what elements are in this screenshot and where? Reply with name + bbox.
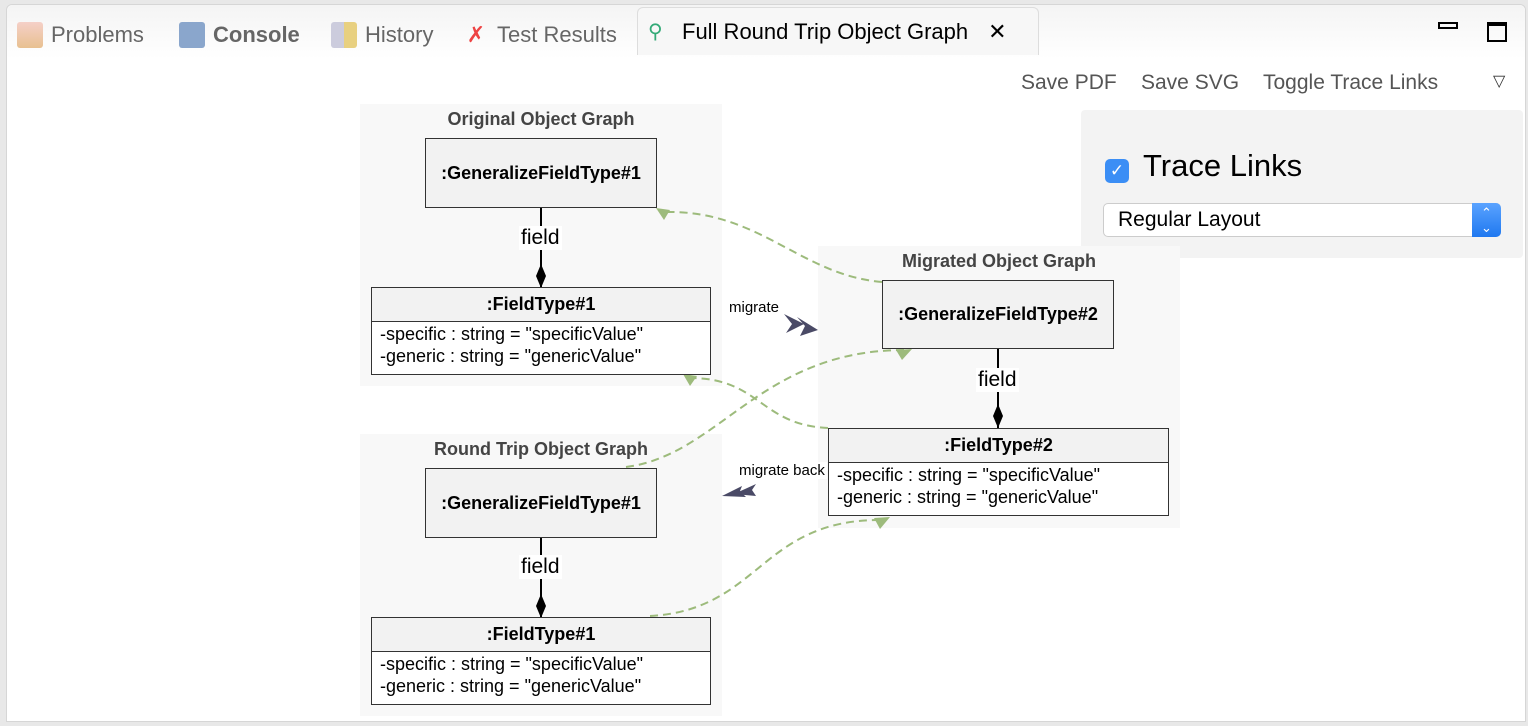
composition-diamond <box>536 594 546 618</box>
trace-link <box>649 519 881 617</box>
migrate-arrowhead <box>797 317 818 336</box>
link-label: field <box>976 368 1019 392</box>
class-node[interactable]: :FieldType#1 -specific : string = "speci… <box>371 617 711 705</box>
link-label: field <box>519 226 562 250</box>
attribute: -generic : string = "genericValue" <box>837 487 1099 507</box>
composition-diamond <box>993 404 1003 428</box>
class-header: :FieldType#2 <box>829 429 1168 463</box>
migrate-arrowhead <box>784 314 804 333</box>
graph-edges <box>536 208 1003 620</box>
object-node[interactable]: :GeneralizeFieldType#1 <box>425 468 657 538</box>
class-node[interactable]: :FieldType#2 -specific : string = "speci… <box>828 428 1169 516</box>
attribute: -generic : string = "genericValue" <box>380 346 642 366</box>
trace-arrowhead <box>656 208 670 220</box>
class-header: :FieldType#1 <box>372 618 710 652</box>
trace-arrowhead <box>874 517 890 529</box>
object-node[interactable]: :GeneralizeFieldType#1 <box>425 138 657 208</box>
attribute: -specific : string = "specificValue" <box>380 654 644 674</box>
migrate-label: migrate <box>727 299 782 316</box>
attribute: -specific : string = "specificValue" <box>380 324 644 344</box>
trace-arrowhead <box>683 374 697 386</box>
link-label: field <box>519 555 562 579</box>
class-node[interactable]: :FieldType#1 -specific : string = "speci… <box>371 287 711 375</box>
class-header: :FieldType#1 <box>372 288 710 322</box>
attribute: -generic : string = "genericValue" <box>380 676 642 696</box>
composition-diamond <box>536 264 546 288</box>
trace-link <box>664 210 883 283</box>
migrate-back-label: migrate back <box>737 462 827 479</box>
object-node[interactable]: :GeneralizeFieldType#2 <box>882 280 1114 349</box>
trace-link <box>689 377 829 429</box>
trace-arrowhead <box>896 349 912 360</box>
attribute: -specific : string = "specificValue" <box>837 465 1101 485</box>
